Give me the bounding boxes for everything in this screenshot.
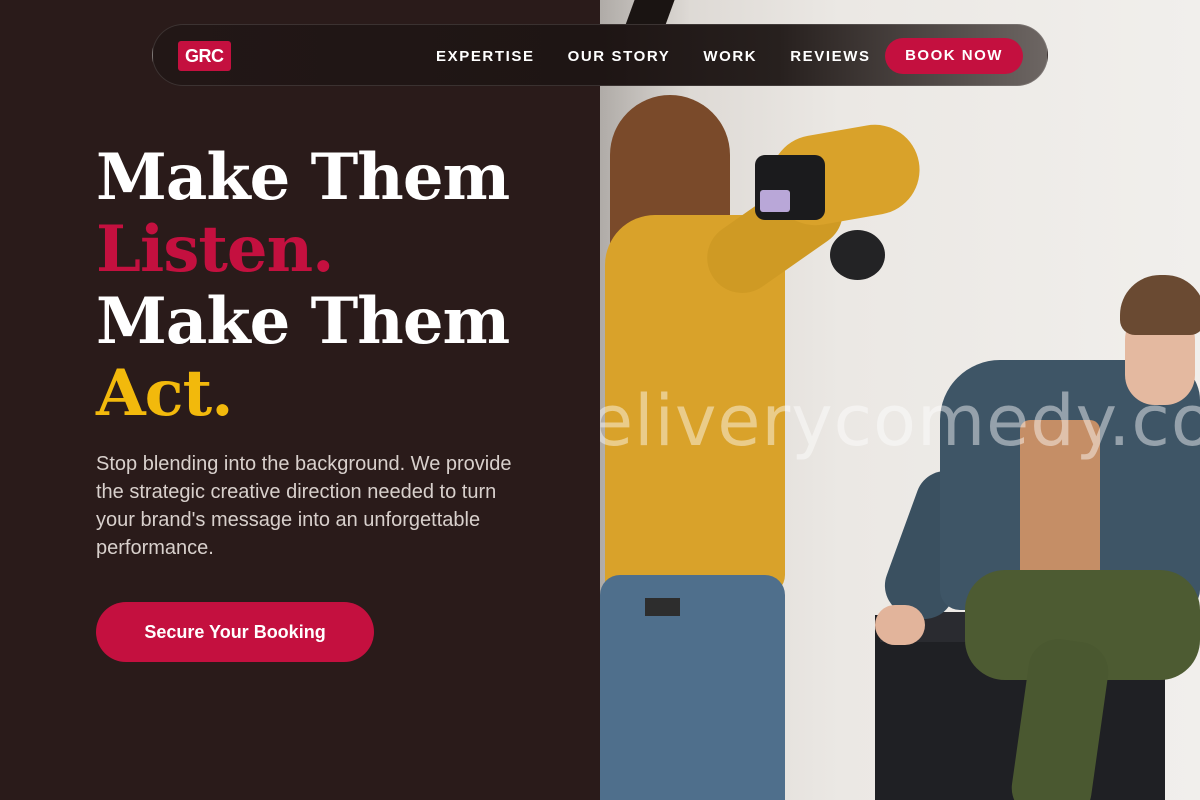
nav-link-reviews[interactable]: REVIEWS [790,48,870,65]
camera-screen [760,190,790,212]
camera-lens [830,230,885,280]
logo[interactable]: GRC [178,41,231,71]
jeans-patch [645,598,680,616]
headline-line-2: Listen. [96,212,334,287]
photographer-jeans [600,575,785,800]
headline-line-3: Make Them [96,284,510,359]
navbar: GRC EXPERTISE OUR STORY WORK REVIEWS BOO… [152,24,1048,86]
model-hair [1120,275,1200,335]
nav-links: EXPERTISE OUR STORY WORK REVIEWS [436,25,904,87]
nav-link-our-story[interactable]: OUR STORY [568,48,671,65]
hero-subtext: Stop blending into the background. We pr… [96,453,512,559]
book-now-button[interactable]: BOOK NOW [885,38,1023,74]
photo-watermark: eliverycomedy.co [600,380,1200,462]
nav-link-work[interactable]: WORK [703,48,757,65]
hero-headline: Make Them Listen. Make Them Act. [96,140,510,431]
hero-photo: eliverycomedy.co [600,0,1200,800]
headline-line-4: Act. [96,356,233,431]
nav-link-expertise[interactable]: EXPERTISE [436,48,535,65]
headline-line-1: Make Them [96,140,510,215]
model-hand [875,605,925,645]
secure-booking-button[interactable]: Secure Your Booking [96,602,374,662]
